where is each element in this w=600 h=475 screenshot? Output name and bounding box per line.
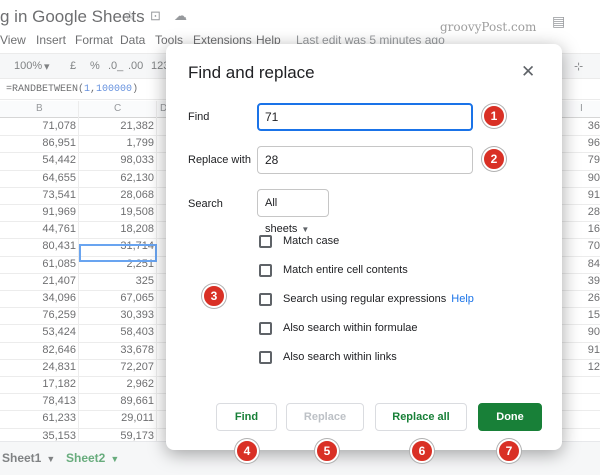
find-replace-dialog: Find and replace ✕ Find 71 Replace with … xyxy=(166,44,562,450)
find-button[interactable]: Find xyxy=(216,403,277,431)
regex-label: Search using regular expressions Help xyxy=(283,293,474,305)
callout-4: 4 xyxy=(235,439,259,463)
find-input[interactable]: 71 xyxy=(257,103,473,131)
search-links-checkbox[interactable] xyxy=(259,351,272,364)
callout-3: 3 xyxy=(202,284,226,308)
search-formulae-checkbox[interactable] xyxy=(259,322,272,335)
replace-label: Replace with xyxy=(188,154,251,166)
replace-button[interactable]: Replace xyxy=(286,403,364,431)
match-case-label: Match case xyxy=(283,235,340,247)
match-entire-cell-checkbox[interactable] xyxy=(259,264,272,277)
callout-5: 5 xyxy=(315,439,339,463)
callout-2: 2 xyxy=(482,147,506,171)
callout-6: 6 xyxy=(410,439,434,463)
search-formulae-label: Also search within formulae xyxy=(283,322,418,334)
regex-checkbox[interactable] xyxy=(259,293,272,306)
search-links-label: Also search within links xyxy=(283,351,397,363)
search-scope-select[interactable]: All sheets ▼ xyxy=(257,189,329,235)
chevron-down-icon: ▼ xyxy=(301,225,310,234)
done-button[interactable]: Done xyxy=(478,403,542,431)
match-case-checkbox[interactable] xyxy=(259,235,272,248)
replace-all-button[interactable]: Replace all xyxy=(375,403,467,431)
replace-input[interactable]: 28 xyxy=(257,146,473,174)
close-icon[interactable]: ✕ xyxy=(521,62,535,82)
dialog-title: Find and replace xyxy=(188,63,315,82)
callout-7: 7 xyxy=(497,439,521,463)
find-label: Find xyxy=(188,111,210,123)
match-entire-cell-label: Match entire cell contents xyxy=(283,264,408,276)
help-link[interactable]: Help xyxy=(451,293,474,305)
search-label: Search xyxy=(188,198,223,210)
callout-1: 1 xyxy=(482,104,506,128)
